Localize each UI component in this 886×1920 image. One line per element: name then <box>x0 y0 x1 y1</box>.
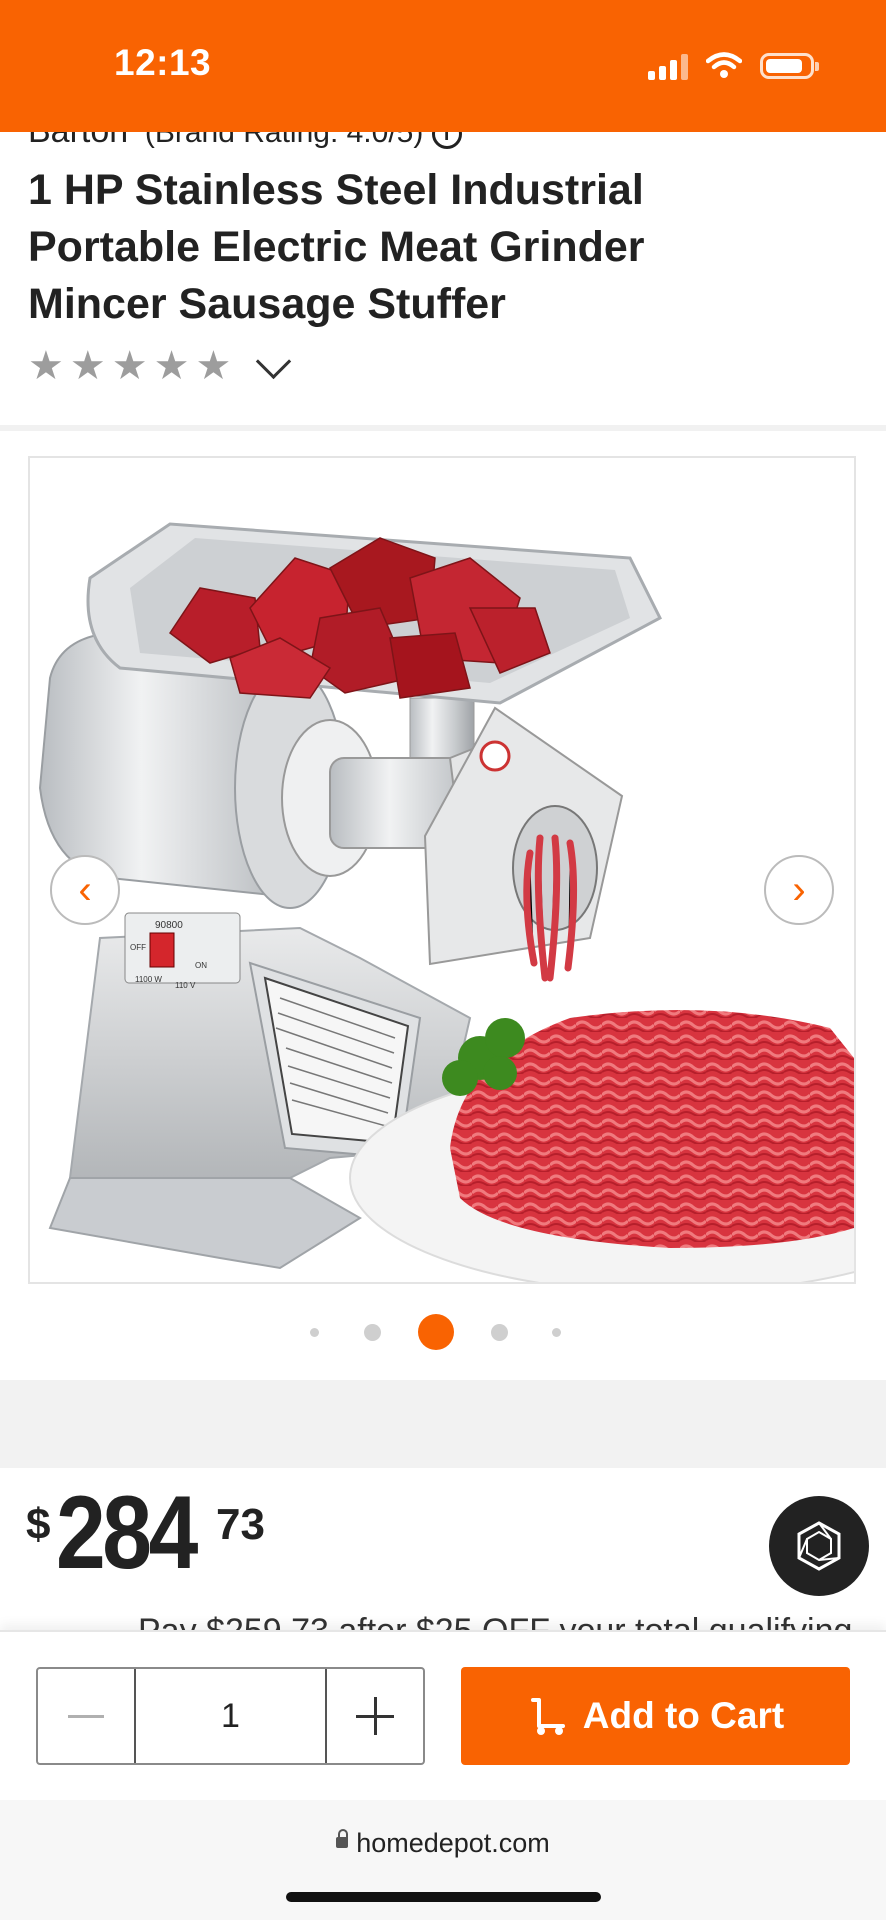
cart-dolly-icon <box>530 1698 565 1735</box>
rating-row[interactable]: ★ ★ ★ ★ ★ <box>28 343 292 388</box>
product-title: 1 HP Stainless Steel Industrial Portable… <box>28 166 645 328</box>
carousel-dot-active[interactable] <box>418 1314 454 1350</box>
switch-on-label: ON <box>195 961 207 970</box>
chat-button[interactable] <box>769 1496 869 1596</box>
browser-address-bar[interactable] <box>0 1800 886 1920</box>
price-currency: $ <box>26 1500 51 1549</box>
add-to-cart-label: Add to Cart <box>582 1695 785 1736</box>
decrement-button[interactable] <box>38 1669 134 1763</box>
star-icon: ★ <box>28 344 64 388</box>
carousel-dots <box>0 1312 886 1352</box>
minus-icon <box>68 1714 104 1718</box>
switch-off-label: OFF <box>130 943 146 952</box>
cellular-signal-icon <box>648 52 688 80</box>
spec-volt: 110 V <box>175 981 196 990</box>
url-text: homedepot.com <box>356 1828 550 1858</box>
price-dollars: 284 <box>56 1475 198 1591</box>
wifi-icon <box>706 52 742 78</box>
chevron-left-icon: ‹ <box>78 868 92 912</box>
product-image[interactable]: 90800 OFF ON 1100 W 110 V <box>28 456 856 1284</box>
section-divider <box>0 425 886 431</box>
star-icon: ★ <box>69 344 106 388</box>
machine-label: 90800 <box>155 920 183 931</box>
star-icon: ★ <box>111 344 148 388</box>
next-image-button[interactable]: › <box>764 855 834 925</box>
status-icons <box>648 48 819 84</box>
url-display[interactable]: homedepot.com <box>0 1828 886 1859</box>
spec-watt: 1100 W <box>135 975 162 984</box>
previous-image-button[interactable]: ‹ <box>50 855 120 925</box>
price-cents: 73 <box>216 1500 265 1549</box>
battery-icon <box>760 53 819 79</box>
carousel-dot[interactable] <box>364 1324 381 1341</box>
promo-text: Pay $259.73 after $25 OFF your total qua… <box>138 1614 852 1630</box>
carousel-dot[interactable] <box>491 1324 508 1341</box>
star-icon: ★ <box>195 344 232 388</box>
status-bar: 12:13 <box>0 0 886 132</box>
lock-icon <box>336 1829 349 1849</box>
meat-grinder-illustration: 90800 OFF ON 1100 W 110 V <box>38 522 854 1282</box>
star-icon: ★ <box>153 344 190 388</box>
home-indicator[interactable] <box>286 1892 601 1902</box>
chevron-down-icon[interactable] <box>256 343 292 379</box>
chat-hexagon-icon <box>797 1521 841 1571</box>
quantity-input[interactable]: 1 <box>134 1669 327 1763</box>
increment-button[interactable] <box>327 1669 423 1763</box>
add-to-cart-button[interactable]: Add to Cart <box>461 1667 850 1765</box>
section-divider <box>0 1380 886 1468</box>
status-time: 12:13 <box>114 42 212 83</box>
quantity-stepper: 1 <box>36 1667 425 1765</box>
carousel-dot[interactable] <box>552 1328 561 1337</box>
chevron-right-icon: › <box>792 868 806 912</box>
carousel-dot[interactable] <box>310 1328 319 1337</box>
